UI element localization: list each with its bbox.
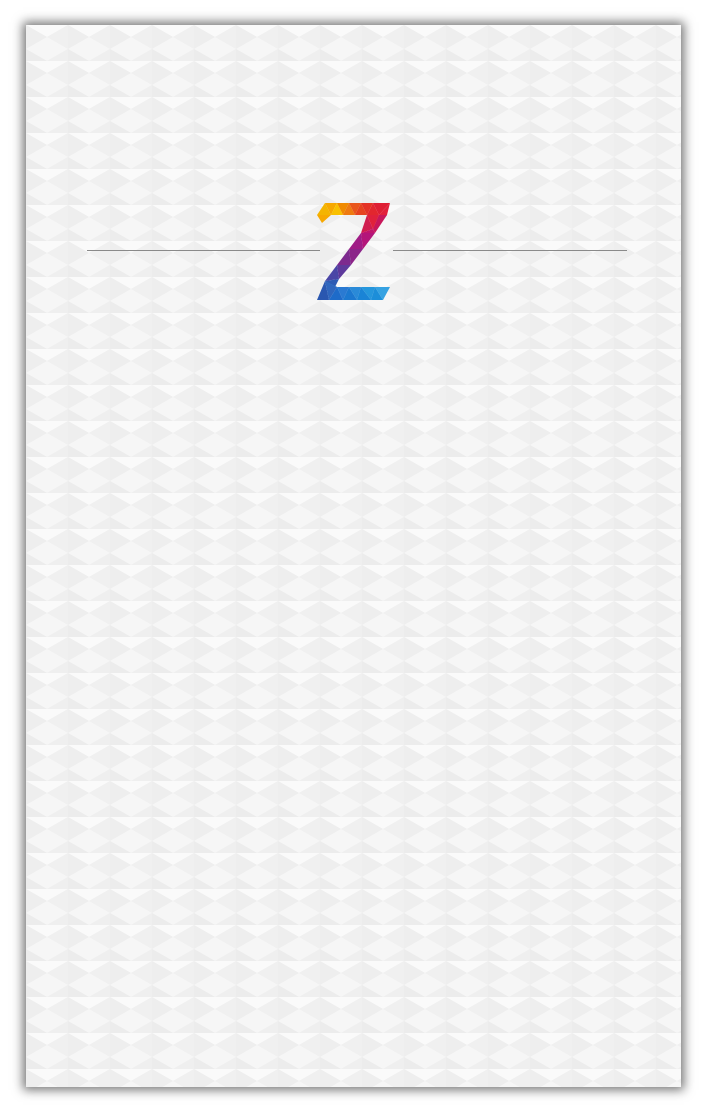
app-screen bbox=[0, 0, 706, 1112]
z-logo-icon bbox=[317, 203, 390, 300]
splash-card bbox=[26, 25, 681, 1087]
right-divider-line bbox=[393, 250, 627, 251]
left-divider-line bbox=[87, 250, 320, 251]
background-pattern bbox=[26, 25, 681, 1087]
